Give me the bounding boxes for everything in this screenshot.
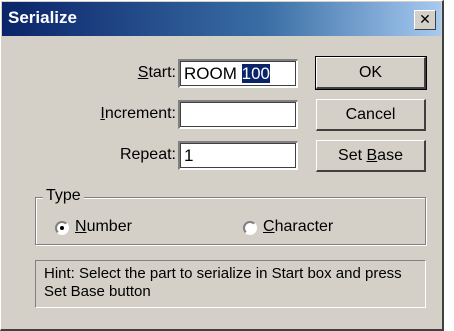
title-bar[interactable]: Serialize ✕ xyxy=(2,2,441,36)
repeat-input[interactable]: 1 xyxy=(178,141,298,170)
increment-label: Increment: xyxy=(100,105,176,122)
radio-selected-dot xyxy=(60,226,64,230)
set-base-button[interactable]: Set Base xyxy=(316,140,426,172)
character-radio-label[interactable]: Character xyxy=(263,218,333,236)
start-input-text: ROOM xyxy=(184,64,242,83)
dialog-title: Serialize xyxy=(8,8,77,27)
start-label: Start: xyxy=(137,64,176,81)
hint-text: Hint: Select the part to serialize in St… xyxy=(35,260,426,308)
cancel-button[interactable]: Cancel xyxy=(316,99,426,131)
increment-input[interactable] xyxy=(178,100,298,129)
start-input-selection: 100 xyxy=(241,64,270,83)
character-radio[interactable] xyxy=(243,221,257,235)
close-button[interactable]: ✕ xyxy=(414,10,436,30)
number-radio-label[interactable]: Number xyxy=(75,218,132,236)
repeat-label: Repeat: xyxy=(119,146,176,163)
number-radio[interactable] xyxy=(55,221,69,235)
type-group-legend: Type xyxy=(43,187,84,205)
start-input[interactable]: ROOM 100 xyxy=(178,59,298,88)
close-icon: ✕ xyxy=(419,12,431,28)
ok-button[interactable]: OK xyxy=(315,56,427,90)
